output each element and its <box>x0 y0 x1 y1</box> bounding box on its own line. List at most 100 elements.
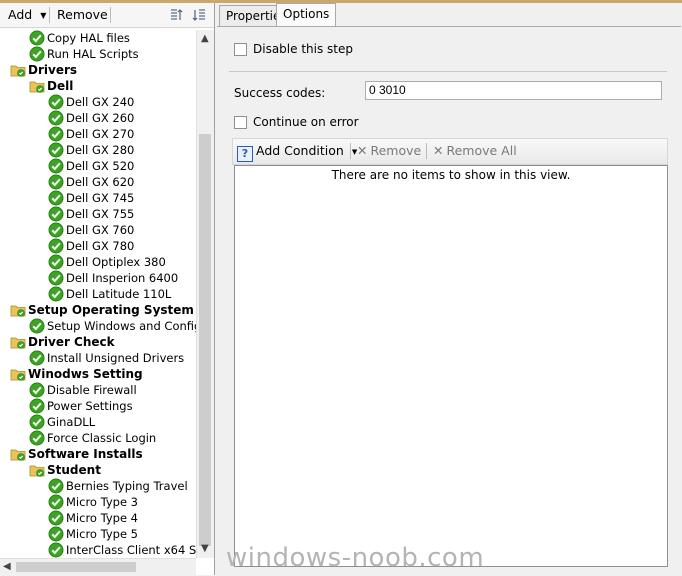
tree-item-label: Dell GX 260 <box>66 111 135 125</box>
disable-step-checkbox[interactable] <box>234 43 247 56</box>
check-icon <box>48 110 64 126</box>
tree-item-label: Dell GX 520 <box>66 159 135 173</box>
check-icon <box>29 30 45 46</box>
section-divider <box>229 71 667 72</box>
toolbar-separator <box>350 143 351 159</box>
folder-icon <box>29 462 45 478</box>
check-icon <box>29 430 45 446</box>
tree-item-label: Dell <box>47 79 74 93</box>
check-icon <box>48 254 64 270</box>
remove-button[interactable]: Remove <box>57 7 108 23</box>
tree-item-label: Micro Type 4 <box>66 511 138 525</box>
tree-item-label: GinaDLL <box>47 415 96 429</box>
folder-icon <box>10 302 26 318</box>
check-icon <box>48 478 64 494</box>
check-icon <box>29 318 45 334</box>
tree-item-label: Driver Check <box>28 335 115 349</box>
check-icon <box>48 94 64 110</box>
toolbar-separator <box>49 7 50 23</box>
empty-list-message: There are no items to show in this view. <box>331 168 571 182</box>
remove-all-conditions-button[interactable]: ✕ Remove All <box>433 143 517 159</box>
tree-item-label: Dell GX 760 <box>66 223 135 237</box>
scroll-left-icon[interactable]: ◀ <box>3 562 11 572</box>
tree-item-label: Dell GX 745 <box>66 191 135 205</box>
add-menu-button[interactable]: Add ▼ <box>8 7 46 23</box>
tree-item-label: Run HAL Scripts <box>47 47 139 61</box>
tree-vertical-scrollbar[interactable]: ▲ ▼ <box>196 30 214 558</box>
add-condition-label: Add Condition <box>256 143 344 158</box>
check-icon <box>48 526 64 542</box>
options-panel: Disable this step Success codes: Continu… <box>217 26 681 576</box>
tab-options[interactable]: Options <box>276 3 337 27</box>
remove-condition-button[interactable]: ✕ Remove <box>357 143 421 159</box>
tree-toolbar: Add ▼ Remove <box>0 3 214 28</box>
add-label: Add <box>8 7 33 22</box>
folder-icon <box>10 366 26 382</box>
check-icon <box>48 126 64 142</box>
tree-item-label: Software Installs <box>28 447 143 461</box>
check-icon <box>29 350 45 366</box>
check-icon <box>48 286 64 302</box>
tree-horizontal-scrollbar[interactable]: ◀ <box>0 558 196 576</box>
tree-item-label: Dell GX 755 <box>66 207 135 221</box>
tree-item-label: Install Unsigned Drivers <box>47 351 185 365</box>
tree-item-label: Copy HAL files <box>47 31 130 45</box>
check-icon <box>48 542 64 558</box>
tree-item-label: Micro Type 5 <box>66 527 138 541</box>
folder-icon <box>10 62 26 78</box>
tree-item-label: Dell Insperion 6400 <box>66 271 179 285</box>
folder-icon <box>10 334 26 350</box>
check-icon <box>48 174 64 190</box>
task-sequence-tree-pane: Add ▼ Remove Copy HAL files Run HAL Scrip… <box>0 3 215 576</box>
check-icon <box>48 510 64 526</box>
step-details-pane: Properties Options Disable this step Suc… <box>217 3 682 576</box>
add-condition-button[interactable]: ? Add Condition ▼ <box>237 143 357 162</box>
check-icon <box>29 414 45 430</box>
folder-icon <box>29 78 45 94</box>
tree-item-label: Setup Windows and Configura <box>47 319 196 333</box>
tree-item-label: Dell Optiplex 380 <box>66 255 166 269</box>
remove-all-label: Remove All <box>446 143 517 158</box>
tree-item-label: Dell GX 620 <box>66 175 135 189</box>
check-icon <box>29 382 45 398</box>
scroll-down-icon[interactable]: ▼ <box>201 544 209 554</box>
horizontal-scroll-thumb[interactable] <box>16 562 136 572</box>
check-icon <box>48 142 64 158</box>
tree-item-label: Power Settings <box>47 399 133 413</box>
continue-on-error-label: Continue on error <box>253 115 359 129</box>
disable-step-label: Disable this step <box>253 42 353 56</box>
move-down-icon[interactable] <box>192 7 208 23</box>
conditions-toolbar: ? Add Condition ▼ ✕ Remove ✕ Remove All <box>232 138 668 165</box>
check-icon <box>48 158 64 174</box>
conditions-list[interactable]: There are no items to show in this view. <box>234 165 668 567</box>
toolbar-separator <box>110 7 111 23</box>
tree-item-label: Student <box>47 463 101 477</box>
scroll-up-icon[interactable]: ▲ <box>201 34 209 44</box>
success-codes-input[interactable] <box>365 81 662 100</box>
tree-item-label: Setup Operating System <box>28 303 194 317</box>
tree-item-label: Drivers <box>28 63 78 77</box>
tree-item-label: Micro Type 3 <box>66 495 138 509</box>
help-icon: ? <box>237 146 253 162</box>
close-icon: ✕ <box>357 143 368 158</box>
toolbar-separator <box>426 143 427 159</box>
vertical-scroll-thumb[interactable] <box>199 134 211 546</box>
close-icon: ✕ <box>433 143 444 158</box>
continue-on-error-checkbox[interactable] <box>234 116 247 129</box>
folder-icon <box>10 446 26 462</box>
watermark: windows-noob.com <box>226 543 485 573</box>
check-icon <box>48 206 64 222</box>
tree-item-label: Winodws Setting <box>28 367 143 381</box>
success-codes-label: Success codes: <box>234 86 326 100</box>
check-icon <box>48 238 64 254</box>
move-up-icon[interactable] <box>168 7 184 23</box>
tree-item-label: Dell GX 780 <box>66 239 135 253</box>
tree-item-label: Dell Latitude 110L <box>66 287 172 301</box>
check-icon <box>48 270 64 286</box>
check-icon <box>29 398 45 414</box>
tree-item-label: Dell GX 270 <box>66 127 135 141</box>
check-icon <box>48 494 64 510</box>
task-sequence-tree: Copy HAL files Run HAL Scripts Drivers Dell… <box>0 30 196 558</box>
tree-item-label: Disable Firewall <box>47 383 137 397</box>
check-icon <box>48 190 64 206</box>
